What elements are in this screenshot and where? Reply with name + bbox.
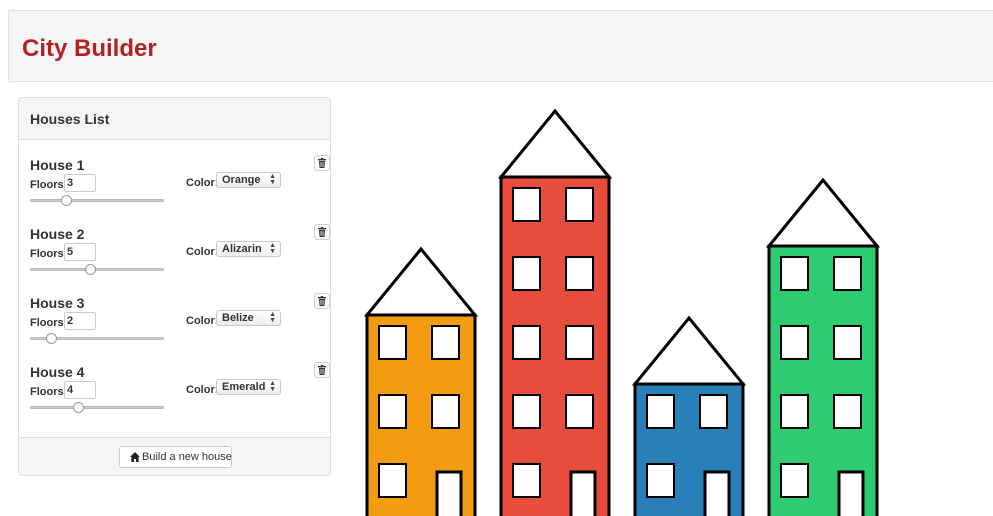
house-window [431,394,460,429]
house-door [569,470,597,516]
house-drawing [765,177,881,516]
house-window [565,187,594,222]
house-window [512,187,541,222]
house-drawing [363,246,479,516]
house-roof [363,246,479,317]
house-window [378,325,407,360]
house-door [837,470,865,516]
house-roof [497,108,613,179]
house-window [378,463,407,498]
house-window [780,394,809,429]
house-window [780,256,809,291]
city-canvas [363,108,881,516]
house-window [780,463,809,498]
house-drawing [631,315,747,516]
house-window [431,325,460,360]
house-window [565,325,594,360]
house-window [646,463,675,498]
house-window [780,325,809,360]
house-window [646,394,675,429]
house-window [512,325,541,360]
house-roof [765,177,881,248]
house-window [565,256,594,291]
house-window [378,394,407,429]
house-window [699,394,728,429]
house-window [512,256,541,291]
house-window [833,394,862,429]
house-window [512,463,541,498]
house-window [833,256,862,291]
house-window [512,394,541,429]
house-roof [631,315,747,386]
house-door [703,470,731,516]
house-window [833,325,862,360]
house-window [565,394,594,429]
house-door [435,470,463,516]
house-drawing [497,108,613,516]
